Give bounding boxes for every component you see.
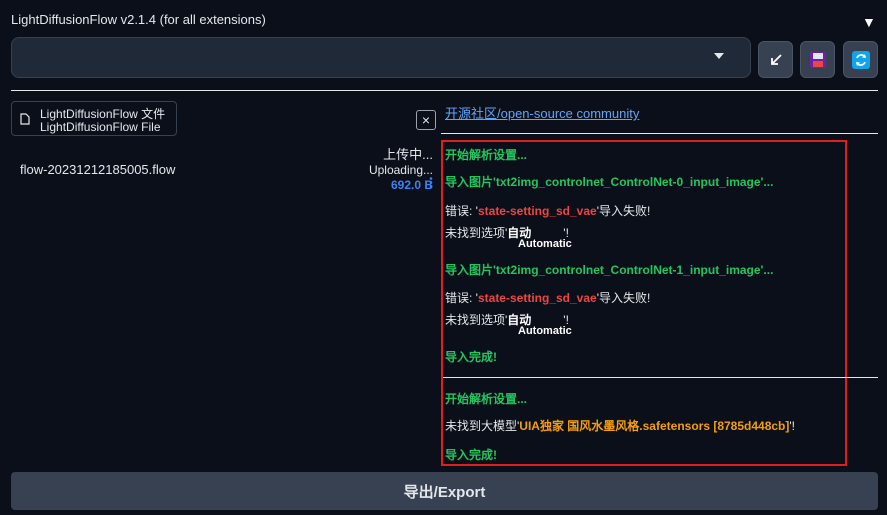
log-line: 导入图片'txt2img_controlnet_ControlNet-1_inp…	[445, 261, 773, 278]
log-text: 未找到大模型'	[445, 419, 520, 433]
upload-status-en: Uploading...	[368, 163, 433, 177]
log-text: 错误: '	[445, 204, 478, 218]
arrow-down-left-icon	[770, 53, 782, 65]
log-line: 导入完成!	[445, 446, 497, 463]
log-line: 错误: 'state-setting_sd_vae'导入失败!	[445, 202, 650, 219]
log-text: 开始解析设置...	[445, 392, 528, 406]
error-key: state-setting_sd_vae	[477, 291, 597, 305]
import-button[interactable]	[758, 41, 793, 78]
more-vertical-icon	[429, 177, 433, 188]
option-subtitle: Automatic	[518, 238, 572, 250]
log-text: 错误: '	[445, 291, 478, 305]
export-button[interactable]: 导出/Export	[11, 472, 878, 510]
upload-file-size: 692.0 B	[390, 178, 433, 192]
log-text: 导入图片'txt2img_controlnet_ControlNet-0_inp…	[445, 175, 774, 189]
log-text: 未找到选项'	[445, 313, 508, 327]
model-name: UIA独家 国风水墨风格.safetensors [8785d448cb]	[519, 419, 790, 433]
chevron-down-icon	[714, 53, 724, 59]
log-text: '导入失败!	[596, 204, 651, 218]
log-text: '导入失败!	[596, 291, 651, 305]
save-icon	[809, 51, 826, 68]
clear-file-button[interactable]: ×	[416, 110, 436, 130]
flow-file-dropdown[interactable]	[11, 37, 751, 78]
log-text: 导入完成!	[445, 448, 497, 462]
log-text: 未找到选项'	[445, 226, 508, 240]
community-divider	[441, 133, 878, 134]
uploaded-file-name: flow-20231212185005.flow	[20, 162, 176, 177]
file-upload-label: LightDiffusionFlow 文件 LightDiffusionFlow…	[11, 101, 177, 136]
log-divider	[443, 377, 878, 378]
lightdiffusionflow-panel: LightDiffusionFlow v2.1.4 (for all exten…	[0, 0, 887, 515]
log-line: 导入图片'txt2img_controlnet_ControlNet-0_inp…	[445, 173, 773, 190]
log-line: 开始解析设置...	[445, 146, 527, 163]
file-label-en: LightDiffusionFlow File	[40, 120, 161, 134]
refresh-icon	[851, 50, 870, 69]
log-line: 导入完成!	[445, 348, 497, 365]
log-text: 导入完成!	[445, 350, 497, 364]
log-text: 开始解析设置...	[445, 148, 528, 162]
collapse-toggle-icon[interactable]: ▼	[862, 14, 876, 30]
log-line: 错误: 'state-setting_sd_vae'导入失败!	[445, 289, 650, 306]
top-divider	[11, 90, 878, 91]
save-button[interactable]	[800, 41, 835, 78]
file-icon	[20, 113, 30, 125]
refresh-button[interactable]	[843, 41, 878, 78]
log-line: 未找到大模型'UIA独家 国风水墨风格.safetensors [8785d44…	[445, 417, 795, 434]
open-source-community-link[interactable]: 开源社区/open-source community	[445, 103, 639, 122]
option-subtitle: Automatic	[518, 325, 572, 337]
error-key: state-setting_sd_vae	[477, 204, 597, 218]
log-text: '!	[789, 419, 795, 433]
log-text: 导入图片'txt2img_controlnet_ControlNet-1_inp…	[445, 263, 774, 277]
upload-status: 上传中... Uploading... 692.0 B	[369, 147, 433, 193]
upload-status-cn: 上传中...	[383, 147, 433, 162]
app-title: LightDiffusionFlow v2.1.4 (for all exten…	[11, 12, 266, 27]
log-line: 开始解析设置...	[445, 390, 527, 407]
